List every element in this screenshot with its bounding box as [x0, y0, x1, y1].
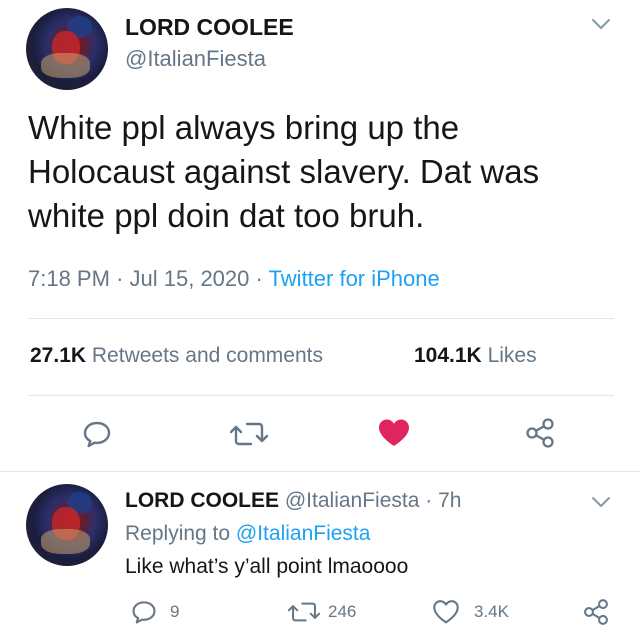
retweets-stat[interactable]: 27.1K Retweets and comments: [30, 344, 323, 367]
tweet-text-line: white ppl doin dat too bruh.: [28, 197, 425, 234]
reply-action[interactable]: 9: [130, 598, 179, 626]
engagement-stats: 27.1K Retweets and comments: [30, 344, 323, 368]
replying-to: Replying to @ItalianFiesta: [125, 522, 370, 546]
replying-prefix: Replying to: [125, 522, 231, 545]
tweet-date[interactable]: Jul 15, 2020: [130, 266, 250, 291]
display-name[interactable]: LORD COOLEE: [125, 14, 294, 41]
reply-header: LORD COOLEE @ItalianFiesta · 7h: [125, 489, 461, 513]
comment-icon[interactable]: [130, 598, 158, 626]
separator: ·: [116, 266, 124, 291]
tweet-age[interactable]: 7h: [438, 489, 461, 512]
reply-text: Like what’s y’all point lmaoooo: [125, 555, 409, 578]
separator: ·: [255, 266, 263, 291]
tweet-text: White ppl always bring up the Holocaust …: [28, 106, 539, 238]
retweets-label: Retweets and comments: [91, 344, 323, 367]
tweet-source[interactable]: Twitter for iPhone: [269, 266, 440, 291]
user-handle[interactable]: @ItalianFiesta: [125, 46, 266, 72]
retweets-count: 27.1K: [30, 344, 87, 367]
retweet-action[interactable]: 246: [288, 599, 356, 625]
tweet-meta: 7:18 PM · Jul 15, 2020 · Twitter for iPh…: [28, 266, 440, 292]
heart-icon[interactable]: [432, 599, 460, 625]
retweet-count: 246: [328, 602, 357, 621]
tweet-text-line: White ppl always bring up the: [28, 109, 460, 146]
heart-icon[interactable]: [377, 417, 411, 449]
avatar[interactable]: [26, 484, 108, 566]
divider: [28, 318, 614, 319]
likes-stat[interactable]: 104.1K Likes: [414, 344, 537, 368]
divider: [0, 471, 640, 472]
display-name[interactable]: LORD COOLEE: [125, 489, 279, 512]
tweet-text-line: Holocaust against slavery. Dat was: [28, 153, 540, 190]
user-handle[interactable]: @ItalianFiesta: [285, 489, 420, 512]
like-count: 3.4K: [474, 602, 509, 621]
replying-to-handle[interactable]: @ItalianFiesta: [236, 522, 371, 545]
chevron-down-icon[interactable]: [590, 494, 612, 510]
avatar[interactable]: [26, 8, 108, 90]
reply-count: 9: [170, 602, 180, 621]
retweet-icon[interactable]: [230, 418, 268, 450]
retweet-icon[interactable]: [288, 599, 320, 625]
likes-label: Likes: [487, 344, 537, 367]
separator: ·: [425, 489, 433, 512]
share-icon[interactable]: [524, 417, 556, 449]
share-icon[interactable]: [582, 598, 610, 626]
like-action[interactable]: 3.4K: [432, 599, 509, 625]
likes-count: 104.1K: [414, 344, 482, 367]
comment-icon[interactable]: [80, 417, 114, 451]
divider: [28, 395, 614, 396]
tweet-time[interactable]: 7:18 PM: [28, 266, 110, 291]
chevron-down-icon[interactable]: [590, 16, 612, 32]
